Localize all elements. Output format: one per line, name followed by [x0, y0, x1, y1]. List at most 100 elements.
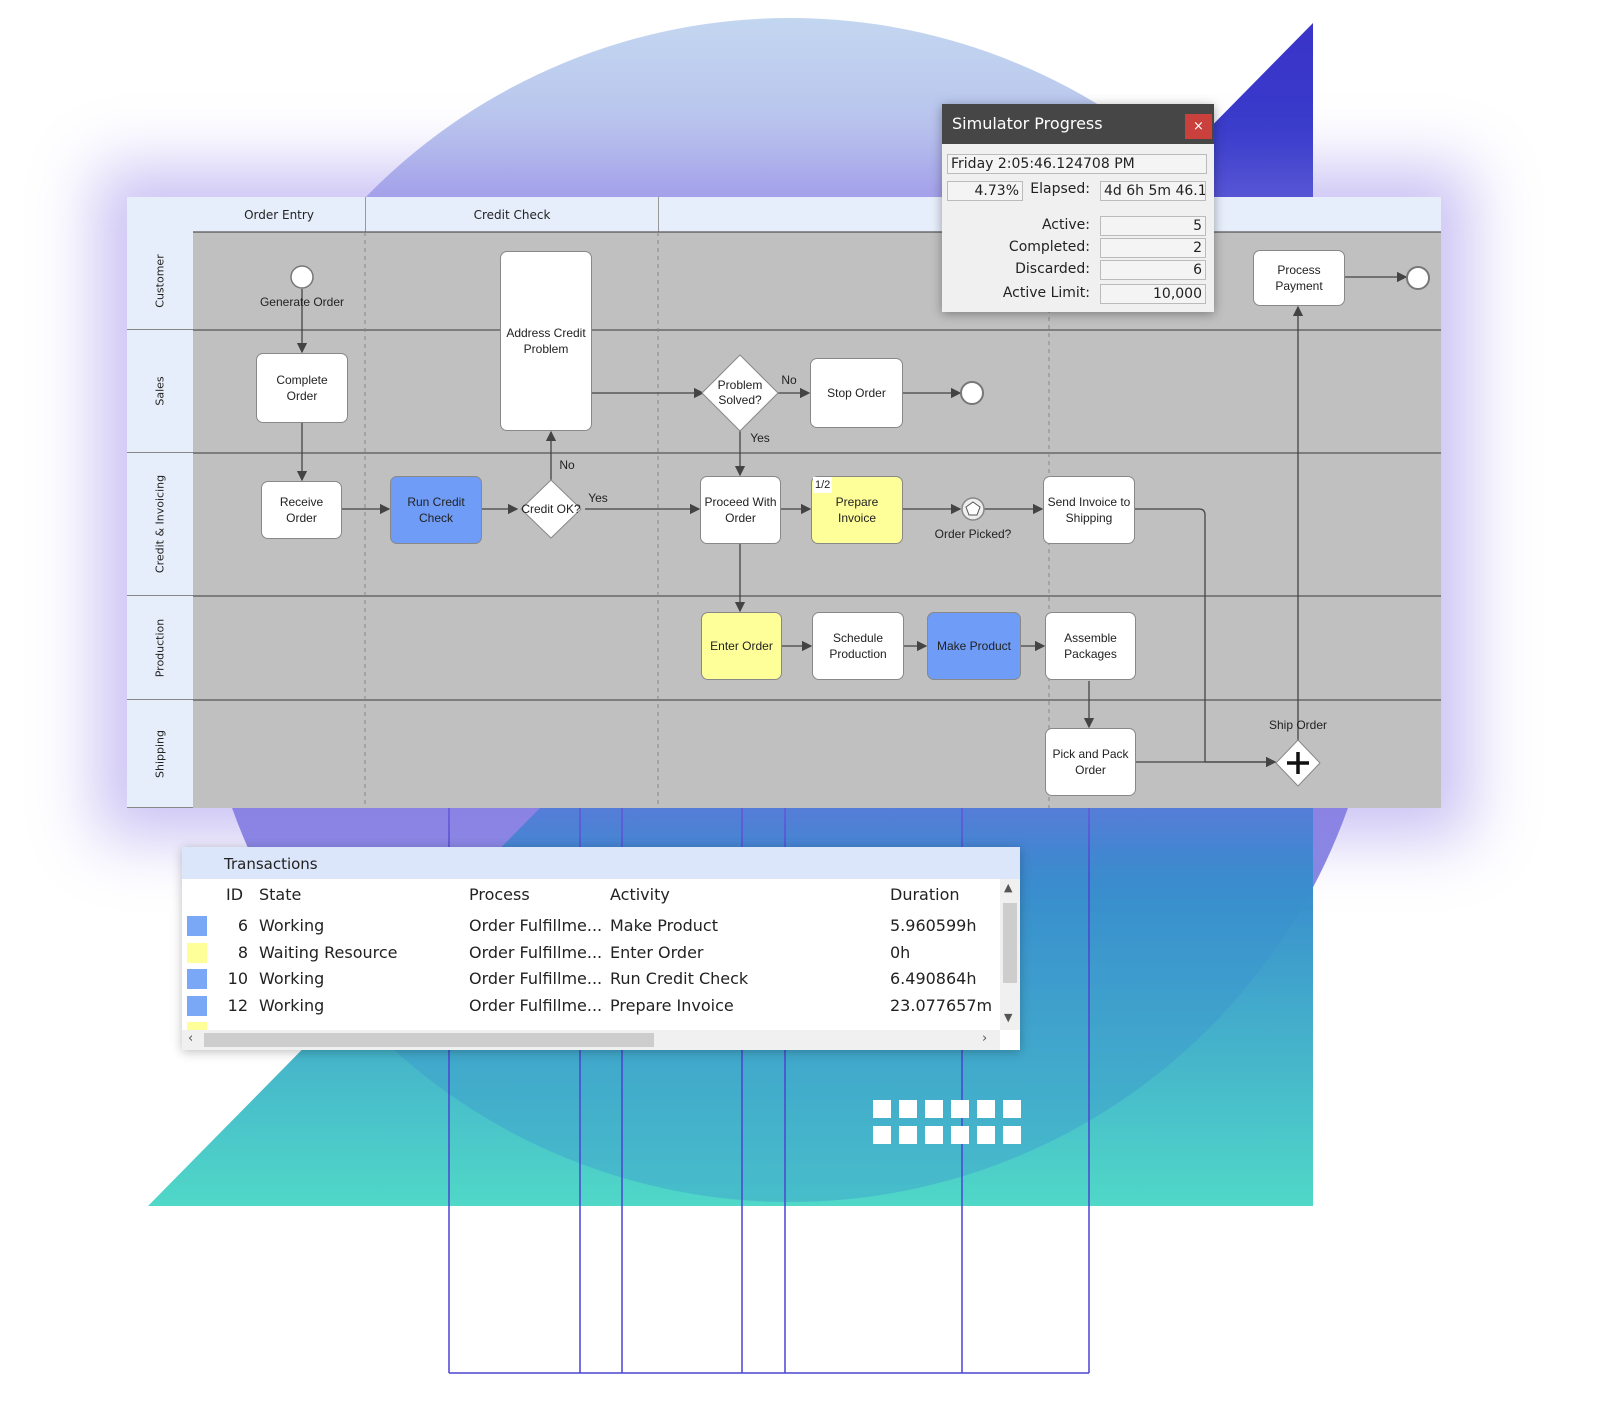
- grid-square: [925, 1126, 943, 1144]
- elapsed-field: 4d 6h 5m 46.12: [1100, 181, 1206, 201]
- process-diagram: Order Entry Credit Check Customer Sales …: [127, 197, 1441, 808]
- cell-activity: Enter Order: [610, 942, 704, 962]
- task-prepare-invoice[interactable]: Prepare Invoice 1/2: [811, 476, 903, 544]
- table-row[interactable]: 12 Working Order Fulfillme... Prepare In…: [182, 993, 1000, 1020]
- scrollbar-thumb[interactable]: [204, 1033, 654, 1047]
- cell-activity: Make Product: [610, 916, 718, 935]
- grid-square: [899, 1100, 917, 1118]
- task-label: Pick and Pack Order: [1052, 747, 1129, 777]
- cell-process: Order Fulfillme...: [469, 942, 603, 962]
- close-button[interactable]: ×: [1185, 114, 1212, 139]
- cell-duration: 0h: [890, 942, 911, 962]
- scroll-left-icon[interactable]: ‹: [188, 1031, 193, 1046]
- task-label: Complete Order: [276, 373, 328, 403]
- cell-state: Working: [259, 916, 325, 935]
- task-process-payment[interactable]: Process Payment: [1253, 250, 1345, 306]
- cell-duration: 5.960599h: [890, 916, 977, 935]
- grid-square: [951, 1100, 969, 1118]
- panel-title: Transactions: [182, 847, 1020, 879]
- state-color-swatch: [187, 996, 207, 1017]
- task-label: Prepare Invoice: [835, 495, 879, 525]
- transactions-panel: Transactions ID State Process Activity D…: [182, 847, 1020, 1050]
- table-row[interactable]: 8 Waiting Resource Order Fulfillme... En…: [182, 940, 1000, 967]
- order-picked-label: Order Picked?: [934, 527, 1012, 541]
- grid-square: [873, 1100, 891, 1118]
- task-make-product[interactable]: Make Product: [927, 612, 1021, 680]
- cell-process: Order Fulfillme...: [469, 916, 603, 935]
- task-label: Address Credit Problem: [506, 326, 586, 356]
- cell-id: 8: [237, 942, 248, 962]
- cell-duration: 23.077657m: [890, 996, 993, 1016]
- active-field: 5: [1100, 216, 1206, 236]
- cell-id: 12: [227, 996, 248, 1016]
- cell-activity: Run Credit Check: [610, 969, 749, 989]
- scroll-up-icon[interactable]: ▲: [1004, 881, 1012, 894]
- table-row[interactable]: 6 Working Order Fulfillme... Make Produc…: [182, 913, 1000, 940]
- grid-square: [1003, 1126, 1021, 1144]
- grid-square: [977, 1126, 995, 1144]
- state-color-swatch: [187, 942, 207, 963]
- task-enter-order[interactable]: Enter Order: [701, 612, 782, 680]
- grid-square: [925, 1100, 943, 1118]
- column-header-duration[interactable]: Duration: [890, 885, 960, 904]
- completed-label: Completed:: [1008, 239, 1090, 255]
- task-label: Schedule Production: [829, 631, 887, 661]
- edge-label-yes: Yes: [588, 491, 608, 505]
- task-pick-and-pack-order[interactable]: Pick and Pack Order: [1045, 728, 1136, 796]
- task-complete-order[interactable]: Complete Order: [256, 353, 348, 423]
- end-event-icon: [1406, 266, 1430, 290]
- cell-duration: 6.490864h: [890, 969, 977, 989]
- scroll-down-icon[interactable]: ▼: [1004, 1011, 1012, 1024]
- cell-activity: Prepare Invoice: [610, 996, 734, 1016]
- table-row[interactable]: 10 Working Order Fulfillme... Run Credit…: [182, 966, 1000, 993]
- task-label: Process Payment: [1275, 263, 1323, 293]
- state-color-swatch: [187, 916, 207, 936]
- task-label: Send Invoice to Shipping: [1047, 495, 1131, 525]
- edge-label-no: No: [559, 458, 575, 472]
- edge-label-yes: Yes: [750, 431, 770, 445]
- simulator-progress-window: Simulator Progress × Friday 2:05:46.1247…: [942, 104, 1214, 312]
- instance-count-badge: 1/2: [813, 477, 833, 493]
- task-assemble-packages[interactable]: Assemble Packages: [1045, 612, 1136, 680]
- task-address-credit-problem[interactable]: Address Credit Problem: [500, 251, 592, 431]
- task-label: Run Credit Check: [407, 495, 465, 525]
- task-proceed-with-order[interactable]: Proceed With Order: [700, 476, 781, 544]
- column-header-activity[interactable]: Activity: [610, 885, 670, 904]
- grid-square: [873, 1126, 891, 1144]
- task-receive-order[interactable]: Receive Order: [261, 481, 342, 539]
- column-header-process[interactable]: Process: [469, 885, 530, 904]
- edge-label-no: No: [781, 373, 797, 387]
- horizontal-scrollbar[interactable]: ‹ ›: [182, 1030, 1000, 1050]
- state-color-swatch: [187, 969, 207, 990]
- grid-square: [951, 1126, 969, 1144]
- credit-ok-label[interactable]: Credit OK?: [521, 502, 580, 516]
- ship-order-label: Ship Order: [1268, 718, 1328, 732]
- cell-id: 10: [227, 969, 248, 989]
- active-limit-field[interactable]: 10,000: [1100, 284, 1206, 304]
- task-label: Proceed With Order: [704, 495, 777, 525]
- completed-field: 2: [1100, 238, 1206, 258]
- column-header-id[interactable]: ID: [226, 885, 243, 904]
- column-header-state[interactable]: State: [259, 885, 301, 904]
- scrollbar-thumb[interactable]: [1003, 903, 1017, 983]
- vertical-scrollbar[interactable]: ▲ ▼: [1000, 879, 1020, 1030]
- task-send-invoice-to-shipping[interactable]: Send Invoice to Shipping: [1043, 476, 1135, 544]
- elapsed-label: Elapsed:: [1030, 181, 1090, 197]
- grid-square: [977, 1100, 995, 1118]
- task-run-credit-check[interactable]: Run Credit Check: [390, 476, 482, 544]
- datetime-field: Friday 2:05:46.124708 PM: [947, 154, 1207, 174]
- task-schedule-production[interactable]: Schedule Production: [812, 612, 904, 680]
- cell-process: Order Fulfillme...: [469, 996, 603, 1016]
- active-label: Active:: [1041, 217, 1090, 233]
- scroll-right-icon[interactable]: ›: [982, 1031, 987, 1046]
- cell-id: 6: [237, 916, 248, 935]
- task-stop-order[interactable]: Stop Order: [810, 358, 903, 428]
- problem-solved-label[interactable]: Problem Solved?: [710, 378, 770, 408]
- cell-process: Order Fulfillme...: [469, 969, 603, 989]
- cell-state: Working: [259, 996, 325, 1016]
- discarded-field: 6: [1100, 260, 1206, 280]
- task-label: Make Product: [936, 639, 1012, 653]
- generate-order-label: Generate Order: [259, 295, 345, 309]
- task-label: Assemble Packages: [1064, 631, 1117, 661]
- task-label: Receive Order: [279, 495, 324, 525]
